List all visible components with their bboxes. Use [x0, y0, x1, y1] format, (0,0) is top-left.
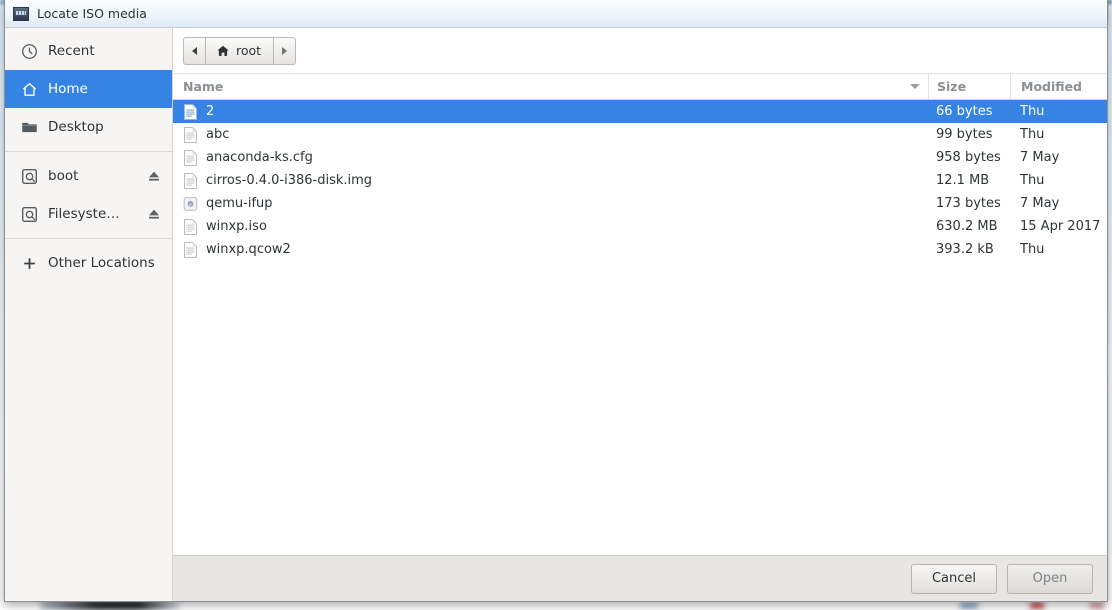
file-chooser-dialog: Locate ISO media Recent Home Desktop boo…	[4, 0, 1108, 602]
file-name-label: winxp.qcow2	[206, 242, 291, 257]
back-button[interactable]	[183, 36, 205, 65]
column-header-modified[interactable]: Modified	[1010, 74, 1107, 99]
file-size-label: 958 bytes	[936, 150, 1001, 165]
forward-button[interactable]	[274, 36, 297, 65]
plus-icon	[21, 255, 38, 272]
sidebar-item-label: boot	[48, 168, 79, 184]
file-name-label: abc	[206, 127, 230, 142]
table-row[interactable]: winxp.iso 630.2 MB 15 Apr 2017	[173, 215, 1107, 238]
table-row[interactable]: anaconda-ks.cfg 958 bytes 7 May	[173, 146, 1107, 169]
sidebar-item-label: Desktop	[48, 119, 104, 135]
file-size-label: 66 bytes	[936, 104, 993, 119]
column-header-size[interactable]: Size	[928, 74, 1010, 99]
script-file-icon	[183, 196, 198, 212]
table-row[interactable]: cirros-0.4.0-i386-disk.img 12.1 MB Thu	[173, 169, 1107, 192]
sidebar-item-other-locations[interactable]: Other Locations	[5, 244, 172, 282]
column-headers: Name Size Modified	[173, 74, 1107, 100]
sidebar-separator	[5, 151, 172, 152]
file-list[interactable]: 2 66 bytes Thu abc 99 bytes Thu anaconda…	[173, 100, 1107, 555]
action-bar: Cancel Open	[173, 555, 1107, 601]
chevron-left-icon	[192, 46, 197, 55]
sort-descending-icon[interactable]	[910, 84, 920, 89]
file-name-cell: qemu-ifup	[173, 196, 928, 212]
sidebar-separator	[5, 238, 172, 239]
sidebar-item-label: Home	[48, 81, 88, 97]
file-size-label: 173 bytes	[936, 196, 1001, 211]
file-name-label: anaconda-ks.cfg	[206, 150, 313, 165]
sidebar-item-label: Recent	[48, 43, 95, 59]
sidebar-item-home[interactable]: Home	[5, 70, 172, 108]
cancel-button[interactable]: Cancel	[911, 563, 997, 594]
chevron-right-icon	[282, 46, 288, 55]
clock-icon	[21, 43, 38, 60]
file-name-label: cirros-0.4.0-i386-disk.img	[206, 173, 373, 188]
open-button[interactable]: Open	[1007, 563, 1093, 594]
column-header-name[interactable]: Name	[173, 74, 928, 99]
file-size-label: 393.2 kB	[936, 242, 994, 257]
table-row[interactable]: qemu-ifup 173 bytes 7 May	[173, 192, 1107, 215]
backdrop-tray-c	[1090, 602, 1104, 609]
dialog-body: Recent Home Desktop boot Filesyste… Othe…	[5, 28, 1107, 601]
path-button-group: root	[183, 36, 297, 65]
column-header-size-label: Size	[937, 79, 967, 94]
column-header-modified-label: Modified	[1021, 79, 1082, 94]
titlebar: Locate ISO media	[5, 0, 1107, 28]
file-browser-pane: root Name Size Modified 2 66 bytes Thu a…	[173, 28, 1107, 601]
file-modified-label: Thu	[1020, 104, 1045, 119]
file-name-cell: cirros-0.4.0-i386-disk.img	[173, 172, 928, 189]
file-modified-label: 7 May	[1020, 196, 1060, 211]
text-file-icon	[183, 241, 198, 258]
file-modified-label: Thu	[1020, 173, 1045, 188]
folder-icon	[21, 119, 38, 136]
sidebar-item-boot[interactable]: boot	[5, 157, 172, 195]
sidebar-item-recent[interactable]: Recent	[5, 32, 172, 70]
sidebar-item-filesystem[interactable]: Filesyste…	[5, 195, 172, 233]
home-icon	[21, 81, 38, 98]
path-bar: root	[173, 28, 1107, 74]
home-icon	[216, 44, 230, 58]
file-name-cell: anaconda-ks.cfg	[173, 149, 928, 166]
window-title: Locate ISO media	[37, 6, 147, 21]
backdrop-tray-b	[1030, 602, 1044, 609]
file-name-label: winxp.iso	[206, 219, 267, 234]
file-modified-label: Thu	[1020, 242, 1045, 257]
sidebar-item-label: Filesyste…	[48, 206, 120, 222]
eject-icon[interactable]	[146, 168, 162, 184]
file-name-cell: abc	[173, 126, 928, 143]
backdrop-tray-a	[960, 602, 978, 609]
file-size-label: 12.1 MB	[936, 173, 990, 188]
file-name-label: 2	[206, 104, 215, 119]
file-name-cell: winxp.iso	[173, 218, 928, 235]
file-modified-label: Thu	[1020, 127, 1045, 142]
text-file-icon	[183, 218, 198, 235]
text-file-icon	[183, 172, 198, 189]
file-size-label: 630.2 MB	[936, 219, 998, 234]
text-file-icon	[183, 126, 198, 143]
file-name-cell: 2	[173, 103, 928, 120]
table-row[interactable]: abc 99 bytes Thu	[173, 123, 1107, 146]
file-name-cell: winxp.qcow2	[173, 241, 928, 258]
table-row[interactable]: winxp.qcow2 393.2 kB Thu	[173, 238, 1107, 261]
text-file-icon	[183, 103, 198, 120]
file-size-label: 99 bytes	[936, 127, 993, 142]
text-file-icon	[183, 149, 198, 166]
breadcrumb-label: root	[236, 43, 262, 58]
column-header-name-label: Name	[183, 79, 224, 94]
breadcrumb-root[interactable]: root	[205, 36, 275, 65]
sidebar-item-desktop[interactable]: Desktop	[5, 108, 172, 146]
file-name-label: qemu-ifup	[206, 196, 273, 211]
sidebar-item-label: Other Locations	[48, 255, 155, 271]
table-row[interactable]: 2 66 bytes Thu	[173, 100, 1107, 123]
media-disc-icon	[13, 6, 29, 21]
drive-icon	[21, 168, 38, 185]
file-modified-label: 7 May	[1020, 150, 1060, 165]
file-modified-label: 15 Apr 2017	[1020, 219, 1101, 234]
drive-icon	[21, 206, 38, 223]
places-sidebar: Recent Home Desktop boot Filesyste… Othe…	[5, 28, 173, 601]
eject-icon[interactable]	[146, 206, 162, 222]
